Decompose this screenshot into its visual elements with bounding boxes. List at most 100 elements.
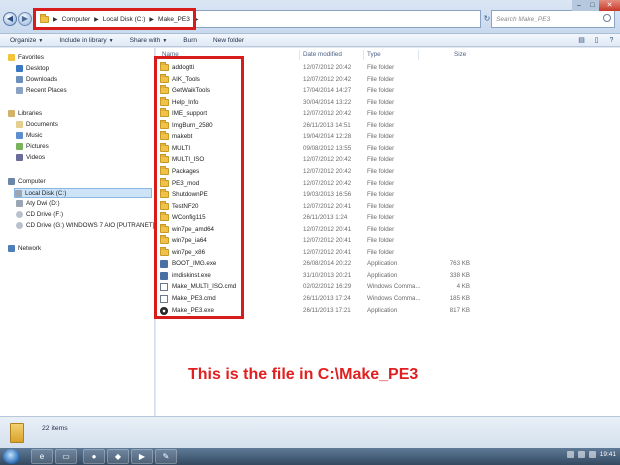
- file-type: Application: [367, 306, 398, 314]
- column-header-size[interactable]: Size: [454, 51, 466, 58]
- file-type: File folder: [367, 237, 395, 245]
- file-type: File folder: [367, 87, 395, 95]
- preview-pane-icon[interactable]: ▯: [592, 36, 601, 45]
- file-date: 12/07/2012 20:41: [303, 237, 352, 245]
- nav-pictures[interactable]: Pictures: [16, 143, 49, 150]
- file-date: 12/07/2012 20:42: [303, 156, 352, 164]
- column-header-type[interactable]: Type: [367, 51, 381, 58]
- file-type: Windows Comma...: [367, 283, 421, 291]
- nav-computer[interactable]: Computer: [8, 178, 46, 185]
- file-date: 12/07/2012 20:41: [303, 225, 352, 233]
- drive-icon: [15, 189, 22, 197]
- file-date: 26/11/2013 1:24: [303, 214, 348, 222]
- file-size: 4 KB: [456, 283, 470, 291]
- annotation-caption: This is the file in C:\Make_PE3: [188, 366, 419, 383]
- file-date: 12/07/2012 20:42: [303, 167, 352, 175]
- file-date: 12/07/2012 20:42: [303, 64, 352, 71]
- close-button[interactable]: ✕: [599, 0, 620, 11]
- maximize-button[interactable]: □: [586, 0, 599, 11]
- file-date: 12/07/2012 20:41: [303, 248, 352, 256]
- file-date: 12/07/2012 20:42: [303, 75, 352, 83]
- desktop-icon: [16, 65, 23, 72]
- documents-icon: [16, 121, 23, 128]
- computer-icon: [8, 178, 15, 185]
- file-date: 31/10/2013 20:21: [303, 271, 352, 279]
- start-button[interactable]: [3, 449, 20, 464]
- nav-aty-dwi[interactable]: Aty Dwi (D:): [16, 200, 60, 207]
- status-bar: 22 items: [0, 416, 620, 448]
- file-type: File folder: [367, 121, 395, 129]
- taskbar-app-firefox-icon[interactable]: ●: [83, 449, 105, 464]
- view-options-icon[interactable]: ▤: [577, 36, 586, 45]
- file-type: File folder: [367, 110, 395, 118]
- column-divider[interactable]: [299, 50, 300, 60]
- chevron-down-icon: ▼: [162, 37, 168, 44]
- file-date: 09/08/2012 13:55: [303, 144, 352, 152]
- file-type: File folder: [367, 248, 395, 256]
- system-tray: 19:41: [566, 451, 616, 458]
- clock[interactable]: 19:41: [600, 451, 616, 458]
- file-size: 338 KB: [449, 271, 470, 279]
- volume-icon[interactable]: [588, 451, 596, 458]
- file-type: File folder: [367, 191, 395, 199]
- file-type: File folder: [367, 167, 395, 175]
- file-date: 17/04/2014 14:27: [303, 87, 352, 95]
- minimize-button[interactable]: –: [572, 0, 586, 11]
- forward-button[interactable]: ▶: [18, 12, 32, 26]
- file-type: File folder: [367, 179, 395, 187]
- library-icon: [8, 110, 15, 117]
- cd-drive-icon: [16, 211, 23, 218]
- burn-button[interactable]: Burn: [183, 37, 197, 44]
- new-folder-button[interactable]: New folder: [213, 37, 244, 44]
- search-input[interactable]: Search Make_PE3: [491, 10, 615, 28]
- folder-icon: [10, 423, 24, 443]
- file-date: 12/07/2012 20:42: [303, 179, 352, 187]
- file-type: File folder: [367, 225, 395, 233]
- column-divider[interactable]: [363, 50, 364, 60]
- downloads-icon: [16, 76, 23, 83]
- nav-music[interactable]: Music: [16, 132, 42, 139]
- include-in-library-menu[interactable]: Include in library ▼: [59, 37, 113, 44]
- file-date: 02/02/2012 16:29: [303, 283, 352, 291]
- cd-drive-icon: [16, 222, 23, 229]
- nav-libraries[interactable]: Libraries: [8, 110, 42, 117]
- nav-downloads[interactable]: Downloads: [16, 76, 57, 83]
- item-count: 22 items: [42, 425, 68, 432]
- file-date: 26/11/2013 14:51: [303, 121, 351, 129]
- nav-recent-places[interactable]: Recent Places: [16, 87, 67, 94]
- taskbar-app-ie-icon[interactable]: e: [31, 449, 53, 464]
- chevron-down-icon: ▼: [38, 37, 44, 44]
- share-with-menu[interactable]: Share with ▼: [130, 37, 168, 44]
- taskbar-app-pdf-icon[interactable]: ◆: [107, 449, 129, 464]
- file-date: 12/07/2012 20:42: [303, 110, 352, 118]
- nav-desktop[interactable]: Desktop: [16, 65, 49, 72]
- nav-cd-drive-g[interactable]: CD Drive (G:) WINDOWS 7 AIO [PUTRANET]: [16, 222, 154, 229]
- drive-icon: [16, 200, 23, 207]
- nav-network[interactable]: Network: [8, 245, 41, 252]
- nav-videos[interactable]: Videos: [16, 154, 45, 161]
- organize-menu[interactable]: Organize ▼: [10, 37, 43, 44]
- file-type: Application: [367, 260, 398, 268]
- file-date: 26/08/2014 20:22: [303, 260, 352, 268]
- flag-icon[interactable]: [566, 451, 574, 458]
- help-icon[interactable]: ?: [607, 36, 616, 45]
- taskbar-app-explorer-icon[interactable]: ▭: [55, 449, 77, 464]
- taskbar-app-media-icon[interactable]: ▶: [131, 449, 153, 464]
- nav-local-disk[interactable]: Local Disk (C:): [14, 188, 152, 198]
- taskbar: e ▭ ● ◆ ▶ ✎ 19:41: [0, 448, 620, 465]
- videos-icon: [16, 154, 23, 161]
- network-status-icon[interactable]: [577, 451, 585, 458]
- nav-cd-drive-f[interactable]: CD Drive (F:): [16, 211, 63, 218]
- nav-documents[interactable]: Documents: [16, 121, 58, 128]
- file-type: File folder: [367, 64, 395, 71]
- network-icon: [8, 245, 15, 252]
- column-divider[interactable]: [418, 50, 419, 60]
- file-date: 12/07/2012 20:41: [303, 202, 352, 210]
- column-header-date[interactable]: Date modified: [303, 51, 342, 58]
- taskbar-app-paint-icon[interactable]: ✎: [155, 449, 177, 464]
- back-button[interactable]: ◀: [3, 12, 17, 26]
- file-size: 763 KB: [449, 260, 470, 268]
- file-type: File folder: [367, 144, 395, 152]
- file-size: 185 KB: [449, 295, 470, 302]
- nav-favorites[interactable]: Favorites: [8, 54, 44, 61]
